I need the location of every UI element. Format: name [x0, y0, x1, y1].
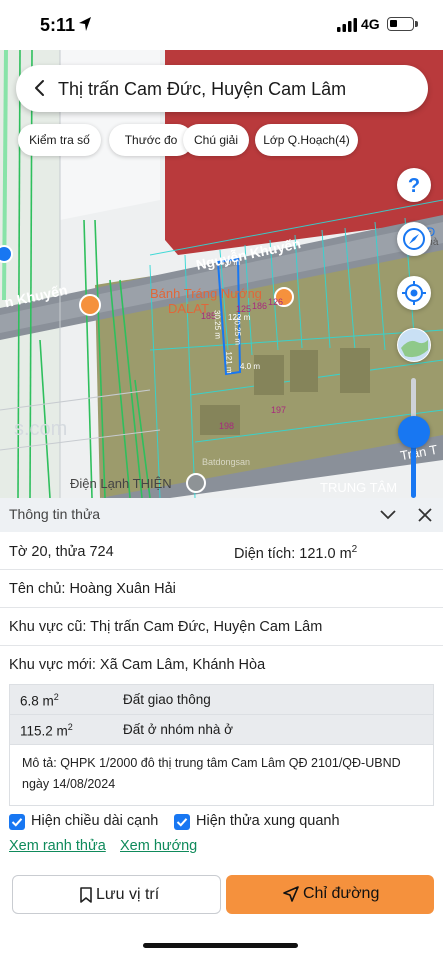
table-row: 115.2 m2 Đất ở nhóm nhà ở [10, 715, 433, 745]
parcel-number: 197 [271, 405, 287, 415]
navigation-arrow-icon [283, 886, 299, 902]
checkbox-label[interactable]: Hiện chiều dài cạnh [31, 813, 158, 829]
parcel-area: Diện tích: 121.0 m2 [234, 544, 357, 562]
chip-planning-layer[interactable]: Lớp Q.Hoạch(4) [255, 124, 358, 156]
location-title[interactable]: Thị trấn Cam Đức, Huyện Cam Lâm [58, 79, 346, 100]
owner-row: Tên chủ: Hoàng Xuân Hải [0, 570, 443, 608]
directions-label: Chỉ đường [303, 885, 380, 902]
old-region-row: Khu vực cũ: Thị trấn Cam Đức, Huyện Cam … [0, 608, 443, 646]
network-type: 4G [361, 16, 380, 32]
parcel-number: 126 [268, 297, 284, 307]
question-icon: ? [399, 170, 429, 200]
new-region: Khu vực mới: Xã Cam Lâm, Khánh Hòa [9, 657, 266, 673]
chip-measure[interactable]: Thước đo [109, 124, 193, 156]
back-arrow-icon[interactable] [30, 78, 50, 98]
edge-length: 4.0 m [220, 258, 241, 267]
parcel-id: Tờ 20, thửa 724 [9, 544, 114, 560]
land-use-area: 6.8 m2 [20, 692, 59, 709]
help-button[interactable]: ? [397, 168, 431, 202]
panel-header: Thông tin thửa [0, 498, 443, 532]
battery-icon [387, 17, 418, 31]
view-boundary-link[interactable]: Xem ranh thửa [9, 838, 106, 854]
land-use-type: Đất giao thông [123, 692, 211, 707]
save-location-button[interactable]: Lưu vị trí [12, 875, 221, 914]
save-location-label: Lưu vị trí [96, 886, 160, 903]
status-bar: 5:11 4G [0, 0, 443, 50]
parcel-number: 186 [252, 301, 268, 311]
old-region: Khu vực cũ: Thị trấn Cam Đức, Huyện Cam … [9, 619, 323, 635]
search-bar[interactable]: Thị trấn Cam Đức, Huyện Cam Lâm [16, 65, 428, 112]
view-direction-link[interactable]: Xem hướng [120, 838, 197, 854]
edge-length: 121 m [224, 351, 235, 374]
new-region-row: Khu vực mới: Xã Cam Lâm, Khánh Hòa [0, 646, 443, 684]
map-view[interactable]: Nguyễn Khuyến n Khuyến Bánh Tráng Nướng … [0, 50, 443, 498]
shop-label: Bánh Tráng Nướng [150, 286, 262, 301]
checkbox-checked-icon[interactable] [174, 814, 190, 830]
svg-text:?: ? [408, 175, 420, 197]
checkbox-label[interactable]: Hiện thửa xung quanh [196, 813, 340, 829]
compass-icon [403, 228, 425, 250]
checkbox-checked-icon[interactable] [9, 814, 25, 830]
table-row: 6.8 m2 Đất giao thông [10, 685, 433, 715]
close-icon[interactable] [416, 506, 434, 524]
compass-button[interactable] [397, 222, 431, 256]
appliance-label: Điện Lạnh THIỆN [70, 476, 172, 491]
parcel-id-row: Tờ 20, thửa 724 Diện tích: 121.0 m2 [0, 532, 443, 570]
edge-length: 30.25 m [212, 309, 223, 340]
opacity-slider-thumb[interactable] [398, 416, 430, 448]
watermark-left: s.com [14, 418, 68, 440]
location-arrow-icon [79, 17, 91, 31]
my-location-button[interactable] [397, 276, 431, 310]
bookmark-icon [80, 887, 92, 903]
globe-icon [398, 329, 430, 361]
basemap-button[interactable] [397, 328, 431, 362]
area-unit-sup: 2 [351, 544, 358, 555]
parcel-info-panel: Thông tin thửa Tờ 20, thửa 724 Diện tích… [0, 498, 443, 960]
directions-button[interactable]: Chỉ đường [226, 875, 434, 914]
planning-description: Mô tả: QHPK 1/2000 đô thị trung tâm Cam … [22, 756, 401, 791]
signal-icon [337, 18, 357, 32]
chevron-down-icon[interactable] [378, 506, 398, 524]
crosshair-icon [402, 281, 426, 305]
area-value: Diện tích: 121.0 m [234, 545, 352, 562]
land-use-area: 115.2 m2 [20, 722, 73, 739]
edge-length: 4.0 m [240, 362, 261, 371]
chip-check-number[interactable]: Kiểm tra số [18, 124, 101, 156]
panel-title: Thông tin thửa [9, 506, 101, 522]
center-label: TRUNG TÂM [320, 480, 398, 495]
parcel-number: 198 [219, 421, 235, 431]
owner-name: Tên chủ: Hoàng Xuân Hải [9, 581, 176, 597]
edge-length: 30.25 m [232, 315, 243, 346]
home-indicator[interactable] [143, 943, 298, 948]
watermark: Batdongsan [202, 457, 251, 467]
land-use-type: Đất ở nhóm nhà ở [123, 722, 234, 737]
land-use-table: 6.8 m2 Đất giao thông 115.2 m2 Đất ở nhó… [9, 684, 434, 806]
status-time: 5:11 [40, 15, 76, 35]
chip-legend[interactable]: Chú giải [183, 124, 249, 156]
